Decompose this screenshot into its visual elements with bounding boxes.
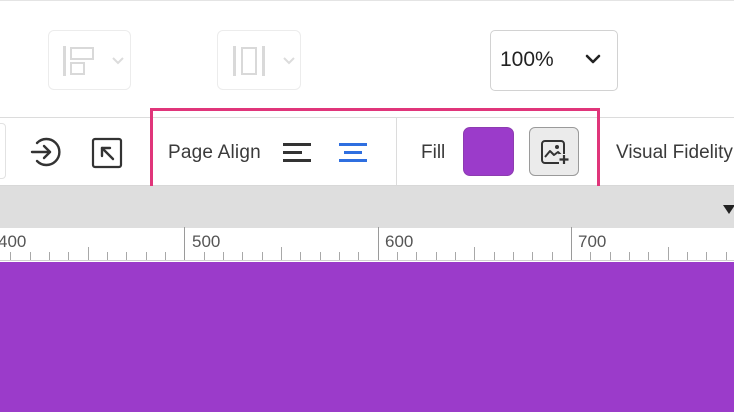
triangle-down-icon[interactable] — [723, 205, 734, 214]
ruler-tick — [513, 252, 514, 260]
ruler-label: 600 — [385, 232, 414, 251]
shrink-to-corner-icon[interactable] — [91, 137, 123, 169]
ruler-tick — [49, 252, 50, 260]
ruler-tick — [242, 252, 243, 260]
ruler-tick — [687, 252, 688, 260]
ruler-tick — [107, 252, 108, 260]
ruler-tick — [10, 252, 11, 260]
ruler-tick — [648, 252, 649, 260]
top-toolbar: 100% — [0, 0, 734, 118]
ruler-label: 500 — [192, 232, 221, 251]
align-center-icon[interactable] — [339, 142, 369, 164]
chevron-down-icon — [585, 54, 601, 64]
ruler-tick — [339, 252, 340, 260]
ruler-tick — [204, 252, 205, 260]
align-left-dropdown[interactable] — [48, 30, 131, 90]
ruler-tick — [416, 252, 417, 260]
ruler-label: 400 — [0, 232, 27, 251]
ruler-tick — [146, 252, 147, 260]
ruler-tick — [358, 252, 359, 260]
ruler-tick — [281, 247, 282, 260]
ruler-tick — [629, 252, 630, 260]
align-left-icon — [63, 46, 94, 76]
ruler-tick — [455, 252, 456, 260]
ruler-tick — [300, 252, 301, 260]
zoom-select[interactable]: 100% — [490, 30, 618, 91]
toolbar-item-partial[interactable] — [0, 123, 6, 179]
chevron-down-icon — [283, 57, 295, 65]
fill-label: Fill — [421, 142, 446, 163]
format-toolbar: Page Align Fill Visual Fidelity — [0, 108, 734, 190]
ruler-tick — [590, 252, 591, 260]
ruler-tick — [378, 227, 379, 260]
ruler-tick — [126, 252, 127, 260]
image-fill-button[interactable] — [529, 127, 579, 176]
toolbar-divider — [396, 118, 397, 185]
canvas-page[interactable] — [0, 262, 734, 412]
ruler-tick — [262, 252, 263, 260]
import-icon[interactable] — [29, 135, 63, 169]
ruler-tick — [668, 247, 669, 260]
ruler-tick — [610, 252, 611, 260]
ruler-tick — [571, 227, 572, 260]
fill-color-swatch[interactable] — [463, 127, 514, 176]
panel-header-strip — [0, 186, 734, 228]
align-left-icon[interactable] — [283, 142, 313, 164]
ruler-tick — [88, 247, 89, 260]
ruler-tick — [532, 252, 533, 260]
ruler-tick — [184, 227, 185, 260]
ruler-tick — [436, 252, 437, 260]
zoom-value: 100% — [500, 48, 554, 71]
add-image-icon — [541, 140, 569, 164]
ruler-tick — [320, 252, 321, 260]
ruler-tick — [165, 252, 166, 260]
ruler-tick — [397, 252, 398, 260]
distribute-icon — [233, 46, 265, 76]
chevron-down-icon — [112, 57, 124, 65]
ruler-tick — [30, 252, 31, 260]
visual-fidelity-label: Visual Fidelity — [616, 142, 733, 163]
ruler-tick — [68, 252, 69, 260]
page-align-label: Page Align — [168, 142, 261, 163]
ruler-tick — [552, 252, 553, 260]
horizontal-ruler: 400 500 600 700 — [0, 227, 734, 261]
ruler-tick — [726, 252, 727, 260]
distribute-dropdown[interactable] — [217, 30, 301, 90]
ruler-tick — [223, 252, 224, 260]
ruler-tick — [494, 252, 495, 260]
ruler-label: 700 — [578, 232, 607, 251]
ruler-tick — [706, 252, 707, 260]
ruler-tick — [474, 247, 475, 260]
